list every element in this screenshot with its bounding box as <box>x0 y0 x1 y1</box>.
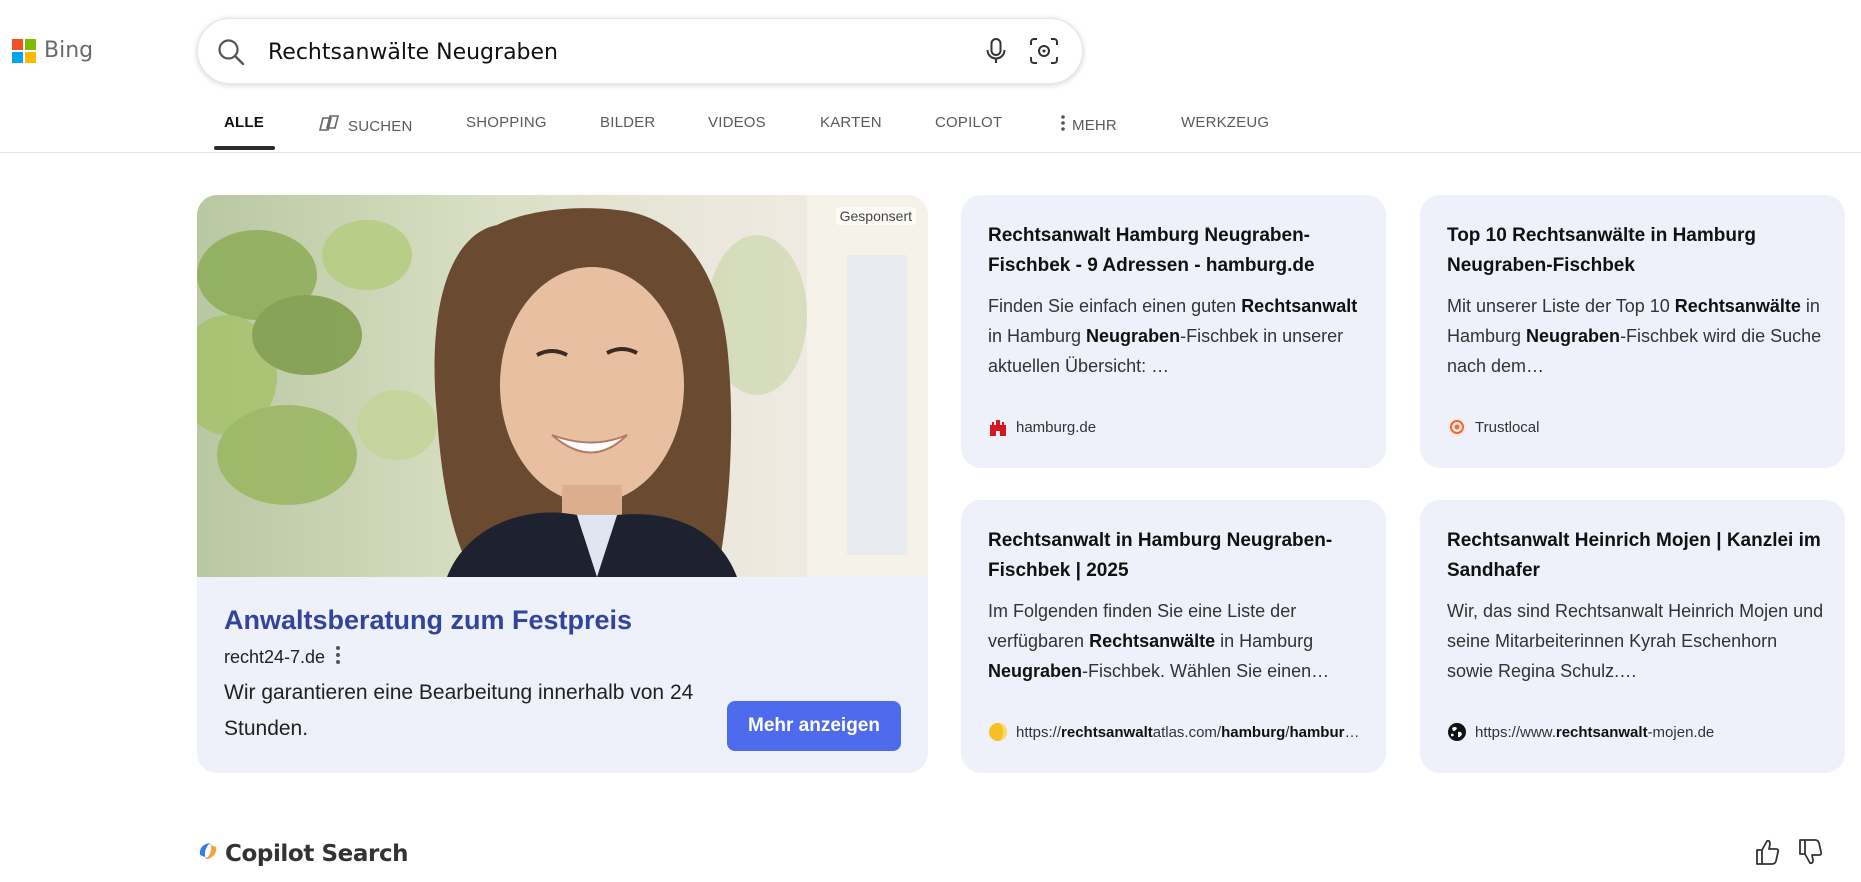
microphone-icon[interactable] <box>981 36 1011 71</box>
copilot-search-header: Copilot Search <box>197 840 409 867</box>
tab-karten[interactable]: KARTEN <box>820 114 882 131</box>
result-source[interactable]: https://rechtsanwaltatlas.com/hamburg/ha… <box>988 722 1368 742</box>
thumbs-down-icon[interactable] <box>1797 838 1823 871</box>
result-title[interactable]: Rechtsanwalt Heinrich Mojen | Kanzlei im… <box>1447 526 1827 586</box>
more-info-button[interactable]: Mehr anzeigen <box>727 701 901 751</box>
tab-copilot[interactable]: COPILOT <box>935 114 1002 131</box>
copilot-search-label: Copilot Search <box>225 840 409 867</box>
result-source[interactable]: Trustlocal <box>1447 417 1827 437</box>
copilot-icon <box>318 114 342 138</box>
logo-text: Bing <box>44 38 94 63</box>
result-card[interactable]: Top 10 Rechtsanwälte in Hamburg Neugrabe… <box>1420 195 1845 468</box>
ad-domain-row: recht24-7.de <box>224 645 341 669</box>
more-options-icon[interactable] <box>335 645 341 669</box>
tab-werkzeug[interactable]: WERKZEUG <box>1181 114 1269 131</box>
result-source[interactable]: https://www.rechtsanwalt-mojen.de <box>1447 722 1827 742</box>
sponsored-ad-card[interactable]: Gesponsert Anwaltsberatung zum Festpreis… <box>197 195 928 773</box>
result-title[interactable]: Top 10 Rechtsanwälte in Hamburg Neugrabe… <box>1447 221 1827 281</box>
tab-shopping[interactable]: SHOPPING <box>466 114 547 131</box>
tab-alle[interactable]: ALLE <box>224 114 264 131</box>
active-tab-indicator <box>214 146 275 150</box>
ad-domain[interactable]: recht24-7.de <box>224 647 325 668</box>
tab-videos[interactable]: VIDEOS <box>708 114 766 131</box>
camera-scan-icon[interactable] <box>1028 36 1060 71</box>
result-card[interactable]: Rechtsanwalt Heinrich Mojen | Kanzlei im… <box>1420 500 1845 773</box>
tab-bilder[interactable]: BILDER <box>600 114 655 131</box>
result-title[interactable]: Rechtsanwalt in Hamburg Neugraben-Fischb… <box>988 526 1368 586</box>
trustlocal-icon <box>1447 417 1467 437</box>
microsoft-logo-icon <box>12 38 36 63</box>
result-title[interactable]: Rechtsanwalt Hamburg Neugraben-Fischbek … <box>988 221 1368 281</box>
hamburg-castle-icon <box>988 417 1008 437</box>
tab-mehr[interactable]: MEHR <box>1060 114 1117 136</box>
ad-image[interactable]: Gesponsert <box>197 195 928 577</box>
more-vertical-icon <box>1060 114 1066 136</box>
result-source[interactable]: hamburg.de <box>988 417 1368 437</box>
sponsored-label: Gesponsert <box>835 207 916 225</box>
result-description: Mit unserer Liste der Top 10 Rechtsanwäl… <box>1447 296 1822 376</box>
result-card[interactable]: Rechtsanwalt in Hamburg Neugraben-Fischb… <box>961 500 1386 773</box>
thumbs-up-icon[interactable] <box>1754 838 1780 871</box>
tab-suchen[interactable]: SUCHEN <box>318 114 413 138</box>
ad-description: Wir garantieren eine Bearbeitung innerha… <box>224 681 694 740</box>
search-tabs: ALLE SUCHEN SHOPPING BILDER VIDEOS KARTE… <box>0 104 1861 153</box>
bing-logo[interactable]: Bing <box>12 38 93 63</box>
result-description: Finden Sie einfach einen guten Rechtsanw… <box>988 296 1358 376</box>
search-box <box>197 18 1083 84</box>
result-card[interactable]: Rechtsanwalt Hamburg Neugraben-Fischbek … <box>961 195 1386 468</box>
copilot-logo-icon <box>197 840 219 867</box>
result-description: Im Folgenden finden Sie eine Liste der v… <box>988 601 1330 681</box>
search-input[interactable] <box>268 35 908 69</box>
ad-title[interactable]: Anwaltsberatung zum Festpreis <box>224 605 632 636</box>
globe-icon <box>1447 722 1467 742</box>
result-description: Wir, das sind Rechtsanwalt Heinrich Moje… <box>1447 601 1824 681</box>
search-icon[interactable] <box>216 37 246 72</box>
rechtsanwaltatlas-icon <box>988 722 1008 742</box>
